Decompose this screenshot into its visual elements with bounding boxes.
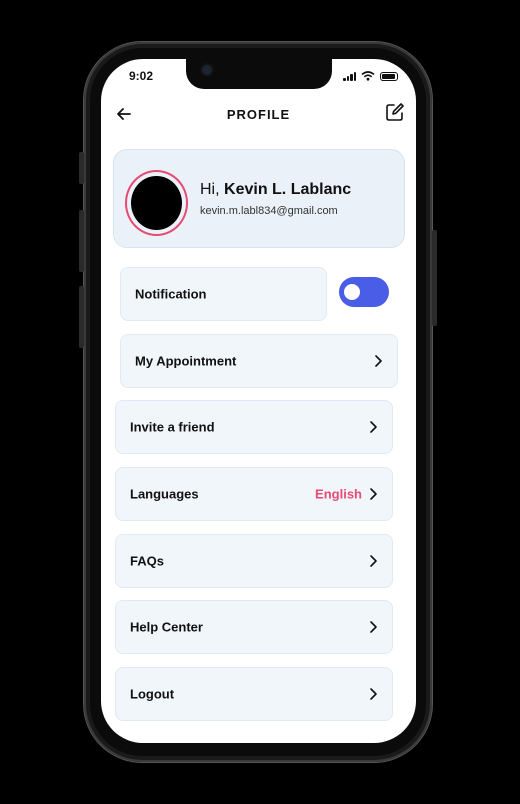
chevron-right-icon	[370, 688, 377, 700]
menu-item-label: FAQs	[130, 553, 164, 569]
toggle-knob	[344, 284, 360, 300]
chevron-right-icon	[370, 421, 377, 433]
page-title: PROFILE	[226, 107, 291, 122]
menu-item-help-center[interactable]: Help Center	[115, 600, 393, 654]
header: PROFILE	[101, 99, 416, 129]
menu-item-label: Invite a friend	[130, 419, 215, 435]
mute-button	[79, 152, 84, 184]
edit-icon[interactable]	[384, 101, 406, 123]
notification-row: Notification	[120, 267, 327, 321]
notification-toggle[interactable]	[339, 277, 389, 307]
chevron-right-icon	[375, 355, 382, 367]
chevron-right-icon	[370, 621, 377, 633]
selected-language: English	[315, 486, 362, 502]
menu-item-faqs[interactable]: FAQs	[115, 534, 393, 588]
status-time: 9:02	[129, 69, 154, 83]
menu-item-label: Languages	[130, 486, 199, 502]
notification-label: Notification	[135, 286, 207, 302]
menu-item-invite[interactable]: Invite a friend	[115, 400, 393, 454]
menu-item-appointment[interactable]: My Appointment	[120, 334, 398, 388]
menu-item-languages[interactable]: Languages English	[115, 467, 393, 521]
menu-item-label: My Appointment	[135, 353, 237, 369]
chevron-right-icon	[370, 555, 377, 567]
user-email: kevin.m.labl834@gmail.com	[200, 205, 338, 217]
notch	[186, 59, 332, 89]
signal-icon	[343, 71, 356, 81]
power-button	[432, 230, 437, 326]
status-icons	[343, 71, 398, 81]
app-screen: 9:02 PROFILE Hi, Kevin L. Lablanc kevin.…	[101, 59, 416, 743]
profile-card[interactable]: Hi, Kevin L. Lablanc kevin.m.labl834@gma…	[113, 149, 405, 248]
chevron-right-icon	[370, 488, 377, 500]
user-name: Kevin L. Lablanc	[224, 181, 352, 198]
menu-item-logout[interactable]: Logout	[115, 667, 393, 721]
volume-down-button	[79, 286, 84, 348]
volume-up-button	[79, 210, 84, 272]
avatar[interactable]	[125, 170, 188, 236]
camera-icon	[202, 65, 212, 75]
greeting: Hi, Kevin L. Lablanc	[200, 181, 351, 199]
menu-item-label: Help Center	[130, 619, 203, 635]
menu-item-label: Logout	[130, 686, 175, 702]
wifi-icon	[361, 71, 375, 81]
greeting-prefix: Hi,	[200, 181, 220, 198]
battery-icon	[380, 71, 398, 81]
avatar-image	[131, 176, 182, 230]
